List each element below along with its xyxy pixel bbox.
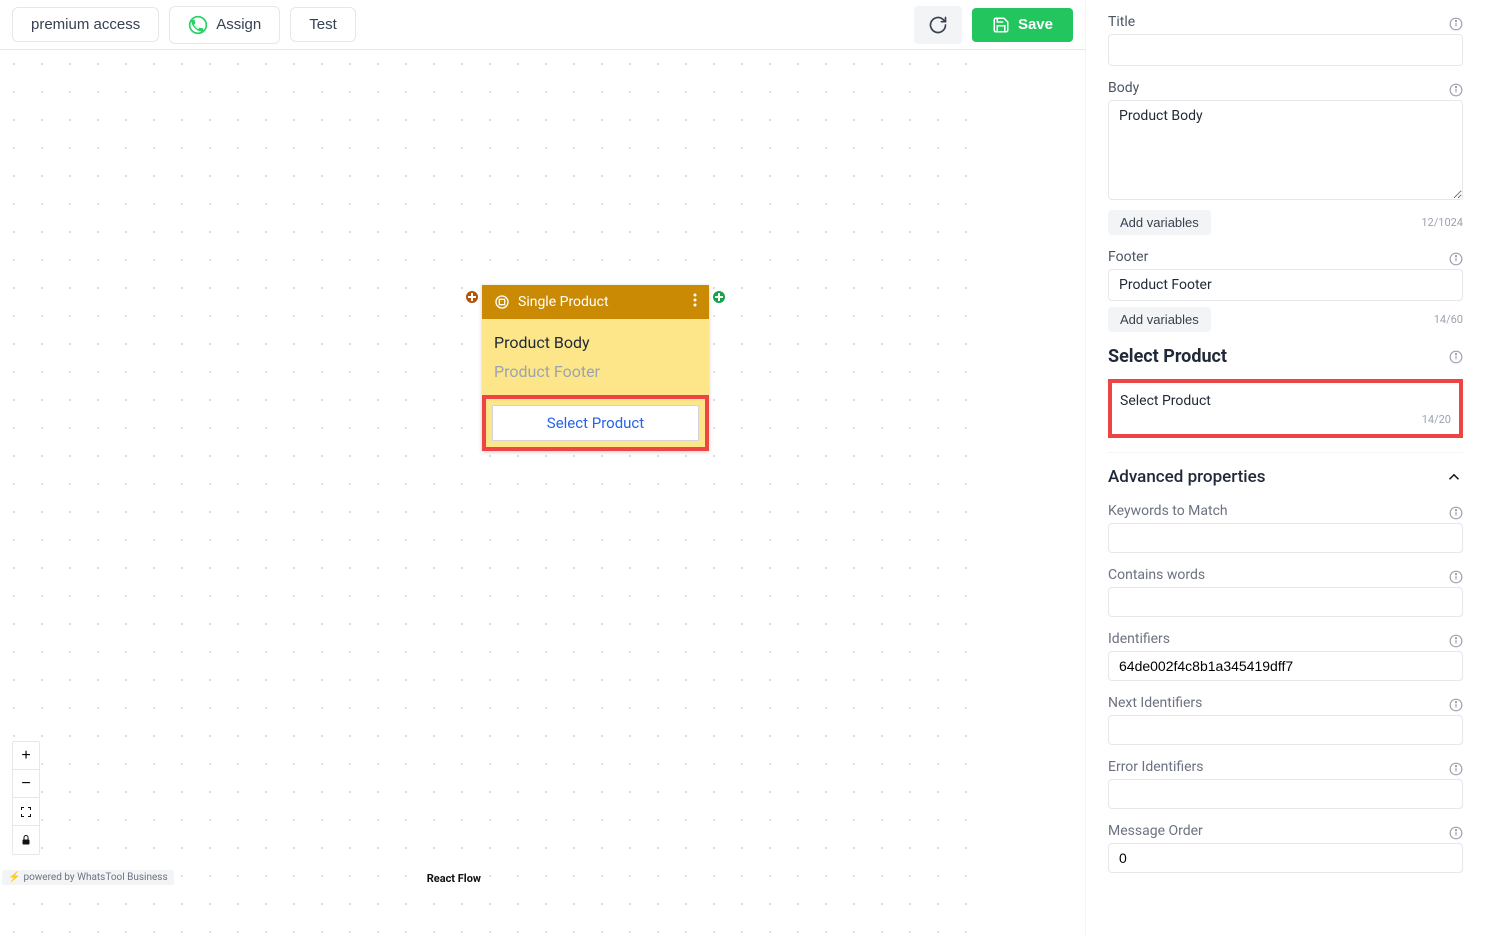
assign-label: Assign [216, 16, 261, 33]
select-product-highlight: 14/20 [1108, 379, 1463, 438]
info-icon[interactable] [1449, 826, 1463, 840]
zoom-in-button[interactable]: + [13, 742, 39, 770]
select-product-counter: 14/20 [1120, 413, 1451, 426]
test-button[interactable]: Test [290, 7, 356, 42]
node-title: Single Product [518, 294, 609, 310]
info-icon[interactable] [1449, 506, 1463, 520]
premium-access-button[interactable]: premium access [12, 7, 159, 42]
node-select-product-button[interactable]: Select Product [492, 405, 699, 441]
footer-field-block: Footer Add variables 14/60 [1108, 249, 1463, 332]
advanced-properties-toggle[interactable]: Advanced properties [1108, 467, 1463, 487]
node-handle-right[interactable] [712, 290, 726, 304]
product-icon [494, 294, 510, 310]
body-add-variables-button[interactable]: Add variables [1108, 210, 1211, 235]
advanced-header-text: Advanced properties [1108, 467, 1266, 487]
node-more-icon[interactable] [693, 293, 697, 311]
message-order-label: Message Order [1108, 823, 1203, 839]
select-product-header-text: Select Product [1108, 346, 1227, 367]
top-bar-actions: Save [914, 6, 1073, 44]
error-identifiers-label: Error Identifiers [1108, 759, 1204, 775]
footer-counter: 14/60 [1434, 313, 1463, 326]
error-identifiers-input[interactable] [1108, 779, 1463, 809]
flow-node-single-product[interactable]: Single Product Product Body Product Foot… [482, 285, 709, 451]
title-label: Title [1108, 14, 1135, 30]
body-field-block: Body Add variables 12/1024 [1108, 80, 1463, 235]
keywords-label: Keywords to Match [1108, 503, 1228, 519]
body-counter: 12/1024 [1421, 216, 1463, 229]
info-icon[interactable] [1449, 634, 1463, 648]
footer-add-variables-button[interactable]: Add variables [1108, 307, 1211, 332]
contains-label: Contains words [1108, 567, 1205, 583]
fit-icon [20, 806, 32, 818]
refresh-icon [928, 15, 948, 35]
node-select-highlight: Select Product [482, 395, 709, 451]
refresh-button[interactable] [914, 6, 962, 44]
info-icon[interactable] [1449, 570, 1463, 584]
body-label: Body [1108, 80, 1139, 96]
body-textarea[interactable] [1108, 100, 1463, 200]
contains-input[interactable] [1108, 587, 1463, 617]
powered-by-badge: ⚡ powered by WhatsTool Business [2, 870, 174, 885]
identifiers-input[interactable] [1108, 651, 1463, 681]
powered-by-text: powered by WhatsTool Business [23, 872, 167, 883]
node-header[interactable]: Single Product [482, 285, 709, 319]
keywords-input[interactable] [1108, 523, 1463, 553]
node-body-text: Product Body [482, 319, 709, 362]
info-icon[interactable] [1449, 83, 1463, 97]
whatsapp-icon [188, 15, 208, 35]
select-product-input[interactable] [1120, 391, 1451, 411]
react-flow-attribution: React Flow [427, 872, 481, 885]
identifiers-label: Identifiers [1108, 631, 1170, 647]
chevron-up-icon [1445, 468, 1463, 486]
info-icon[interactable] [1449, 252, 1463, 266]
save-label: Save [1018, 16, 1053, 33]
assign-button[interactable]: Assign [169, 6, 280, 44]
footer-input[interactable] [1108, 269, 1463, 301]
node-footer-text: Product Footer [482, 362, 709, 395]
save-button[interactable]: Save [972, 8, 1073, 42]
lock-button[interactable] [13, 826, 39, 854]
info-icon[interactable] [1449, 698, 1463, 712]
message-order-input[interactable] [1108, 843, 1463, 873]
title-field-block: Title [1108, 14, 1463, 66]
info-icon[interactable] [1449, 17, 1463, 31]
next-identifiers-input[interactable] [1108, 715, 1463, 745]
select-product-section-header: Select Product [1108, 346, 1463, 367]
info-icon[interactable] [1449, 350, 1463, 364]
node-handle-left[interactable] [465, 290, 479, 304]
info-icon[interactable] [1449, 762, 1463, 776]
canvas-controls: + − [12, 741, 40, 855]
zoom-out-button[interactable]: − [13, 770, 39, 798]
title-input[interactable] [1108, 34, 1463, 66]
next-identifiers-label: Next Identifiers [1108, 695, 1202, 711]
footer-label: Footer [1108, 249, 1148, 265]
flow-canvas[interactable]: Single Product Product Body Product Foot… [0, 50, 985, 935]
properties-panel: Title Body Add variables 12/1024 Footer … [1085, 0, 1485, 935]
fit-view-button[interactable] [13, 798, 39, 826]
advanced-properties: Advanced properties Keywords to Match Co… [1108, 452, 1463, 873]
lock-icon [20, 834, 32, 846]
save-icon [992, 16, 1010, 34]
